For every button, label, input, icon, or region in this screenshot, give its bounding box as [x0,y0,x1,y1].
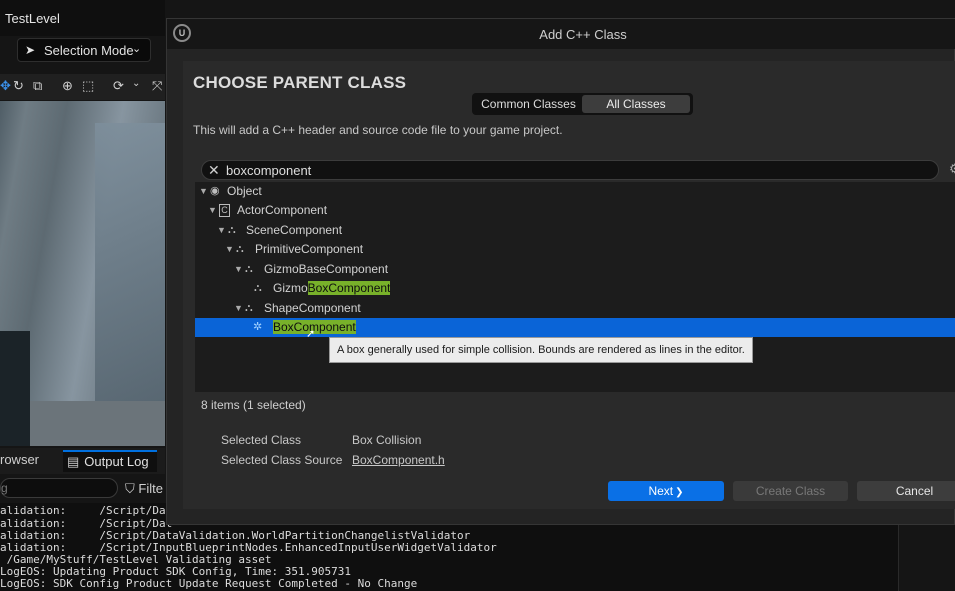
item-count: 8 items (1 selected) [201,398,306,412]
tree-item-actorcomponent[interactable]: ▼ C ActorComponent [195,201,955,220]
viewport-shadow [0,331,30,446]
chevron-down-icon: ⌄ [132,43,142,55]
tab-content-browser[interactable]: rowser [0,452,39,467]
clear-search-icon[interactable]: ✕ [208,161,220,179]
page-title: CHOOSE PARENT CLASS [193,73,407,92]
tree-item-scenecomponent[interactable]: ▼ ⛬ SceneComponent [195,221,955,240]
selected-class-value: Box Collision [352,433,422,447]
viewport-wall [95,123,165,423]
cancel-button[interactable]: Cancel [857,481,955,501]
next-button-label: Next [648,484,674,498]
selected-class-label: Selected Class [221,433,302,447]
add-cpp-class-dialog: U Add C++ Class CHOOSE PARENT CLASS Comm… [166,18,955,525]
class-filter-tabs: Common Classes All Classes [472,93,693,115]
mouse-cursor-icon: ➚ [306,328,316,340]
component-icon: ⛬ [254,282,262,294]
tree-item-label: ActorComponent [237,203,328,217]
tree-item-boxcomponent[interactable]: ✲ BoxComponent ➚ [195,318,955,340]
tree-item-label: Object [227,184,262,198]
box-collision-icon: ✲ [253,321,263,333]
expand-arrow-icon[interactable]: ▼ [217,221,226,240]
level-viewport[interactable] [0,101,165,446]
chevron-down-icon[interactable]: ⌄ [132,78,140,89]
filters-label: Filte [138,481,163,496]
tree-item-object[interactable]: ▼ ◉ Object [195,182,955,201]
filters-button[interactable]: ⛉ Filte [125,481,163,497]
output-log-icon: ▤ [67,454,80,469]
component-icon: ⛬ [236,243,244,255]
dialog-title: Add C++ Class [539,27,627,42]
expand-arrow-icon[interactable]: ▼ [199,182,208,201]
class-icon: C [219,204,230,217]
tree-item-label: PrimitiveComponent [255,242,364,256]
rotate-icon[interactable]: ↻ [13,78,24,94]
gear-icon[interactable]: ⚙ [949,161,955,177]
dialog-description: This will add a C++ header and source co… [193,123,563,137]
expand-arrow-icon[interactable]: ▼ [234,260,243,279]
search-match-highlight: BoxComponent [307,281,391,295]
log-line: LogEOS: SDK Config Product Update Reques… [0,577,418,590]
tree-item-label: GizmoBoxComponent [273,279,391,298]
tree-item-label: ShapeComponent [264,301,361,315]
tab-output-log-label: Output Log [84,454,149,469]
expand-arrow-icon[interactable]: ▼ [208,201,217,220]
component-icon: ⛬ [245,302,253,314]
cursor-icon: ➤ [25,43,36,57]
selection-mode-label: Selection Mode [44,43,134,58]
tree-item-gizmobasecomponent[interactable]: ▼ ⛬ GizmoBaseComponent [195,260,955,279]
log-search-placeholder: g [1,481,8,495]
viewport-toolbar: ✥ ↻ ⧉ ⊕ ⬚ ⟳ ⌄ ⤧ [0,74,165,100]
component-icon: ⛬ [228,224,236,236]
tab-common-classes[interactable]: Common Classes [476,95,581,113]
tree-item-label: GizmoBaseComponent [264,262,389,276]
tree-item-gizmoboxcomponent[interactable]: ⛬ GizmoBoxComponent [195,279,955,298]
component-icon: ⛬ [245,263,253,275]
selected-source-link[interactable]: BoxComponent.h [352,453,445,467]
tree-item-primitivecomponent[interactable]: ▼ ⛬ PrimitiveComponent [195,240,955,259]
tab-all-classes[interactable]: All Classes [582,95,690,113]
surface-snap-icon[interactable]: ⬚ [82,78,94,94]
tree-item-label: SceneComponent [246,223,343,237]
log-line: alidation: /Script/Dat [0,504,173,517]
selection-mode-dropdown[interactable]: ➤ Selection Mode ⌄ [17,38,151,62]
chevron-right-icon: ❯ [675,487,684,498]
move-icon[interactable]: ✥ [0,78,11,94]
dialog-titlebar[interactable]: U Add C++ Class [167,19,955,49]
level-title[interactable]: TestLevel [5,11,60,26]
details-panel-edge [898,525,955,591]
label-prefix: Gizmo [273,281,308,295]
class-tooltip: A box generally used for simple collisio… [329,337,753,363]
next-button[interactable]: Next ❯ [608,481,724,501]
expand-arrow-icon[interactable]: ▼ [225,240,234,259]
create-class-button[interactable]: Create Class [733,481,848,501]
grid-snap-icon[interactable]: ⟳ [113,78,124,94]
tab-output-log[interactable]: ▤ Output Log [63,450,157,472]
expand-arrow-icon[interactable]: ▼ [234,299,243,318]
angle-snap-icon[interactable]: ⤧ [152,78,162,94]
class-search-input[interactable]: ✕ boxcomponent [201,160,939,180]
object-icon: ◉ [210,185,220,197]
filter-icon: ⛉ [125,481,135,496]
log-search-input[interactable]: g [0,478,118,498]
scale-icon[interactable]: ⧉ [33,78,42,94]
world-icon[interactable]: ⊕ [62,78,73,94]
selected-source-label: Selected Class Source [221,453,343,467]
tree-item-shapecomponent[interactable]: ▼ ⛬ ShapeComponent [195,299,955,318]
class-search-value: boxcomponent [226,163,312,178]
